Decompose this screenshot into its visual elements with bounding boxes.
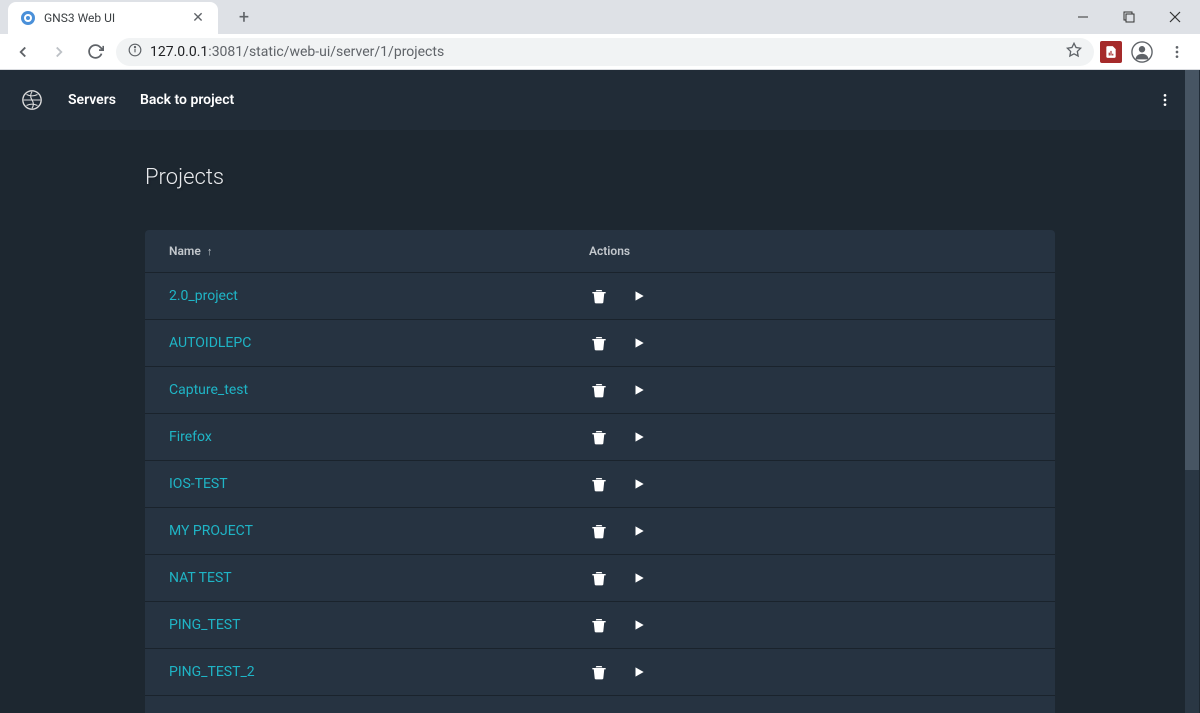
delete-button[interactable] — [589, 427, 609, 447]
table-row: NAT TEST — [145, 554, 1055, 601]
browser-menu-icon[interactable] — [1162, 37, 1192, 67]
open-button[interactable] — [629, 709, 649, 713]
projects-table: Name ↑ Actions 2.0_project AUTOIDLEPC Capt… — [145, 230, 1055, 713]
row-actions — [589, 474, 649, 494]
app-viewport: Servers Back to project Projects Name ↑ … — [0, 70, 1200, 713]
column-header-name[interactable]: Name ↑ — [169, 244, 589, 258]
row-actions — [589, 709, 649, 713]
reload-button[interactable] — [80, 37, 110, 67]
profile-icon[interactable] — [1128, 38, 1156, 66]
maximize-button[interactable] — [1106, 1, 1152, 33]
table-row: Capture_test — [145, 366, 1055, 413]
delete-button[interactable] — [589, 568, 609, 588]
table-row: 2.0_project — [145, 272, 1055, 319]
project-link[interactable]: 2.0_project — [169, 288, 589, 304]
delete-button[interactable] — [589, 709, 609, 713]
table-row: PING_TEST — [145, 601, 1055, 648]
row-actions — [589, 568, 649, 588]
open-button[interactable] — [629, 521, 649, 541]
project-link[interactable]: PING_TEST — [169, 617, 589, 633]
scrollbar-thumb[interactable] — [1185, 70, 1199, 470]
bookmark-star-icon[interactable] — [1066, 42, 1082, 62]
gns3-logo-icon[interactable] — [20, 88, 44, 112]
project-link[interactable]: AUTOIDLEPC — [169, 335, 589, 351]
browser-tab[interactable]: GNS3 Web UI ✕ — [8, 2, 218, 34]
delete-button[interactable] — [589, 380, 609, 400]
nav-servers[interactable]: Servers — [68, 92, 116, 108]
table-row: REMOTE_CAPTURE_TEST — [145, 695, 1055, 713]
minimize-button[interactable] — [1060, 1, 1106, 33]
project-link[interactable]: IOS-TEST — [169, 476, 589, 492]
project-link[interactable]: PING_TEST_2 — [169, 664, 589, 680]
gns3-favicon — [20, 10, 36, 26]
open-button[interactable] — [629, 615, 649, 635]
project-link[interactable]: NAT TEST — [169, 570, 589, 586]
delete-button[interactable] — [589, 615, 609, 635]
app-header: Servers Back to project — [0, 70, 1200, 130]
open-button[interactable] — [629, 662, 649, 682]
delete-button[interactable] — [589, 662, 609, 682]
table-row: AUTOIDLEPC — [145, 319, 1055, 366]
column-header-actions: Actions — [589, 244, 1031, 258]
scrollbar[interactable] — [1185, 70, 1199, 713]
delete-button[interactable] — [589, 333, 609, 353]
project-link[interactable]: Capture_test — [169, 382, 589, 398]
info-icon[interactable] — [128, 43, 142, 61]
table-row: Firefox — [145, 413, 1055, 460]
table-row: MY PROJECT — [145, 507, 1055, 554]
row-actions — [589, 380, 649, 400]
page-title: Projects — [145, 165, 1055, 190]
project-link[interactable]: Firefox — [169, 429, 589, 445]
close-window-button[interactable] — [1152, 1, 1198, 33]
delete-button[interactable] — [589, 521, 609, 541]
forward-button[interactable] — [44, 37, 74, 67]
tab-bar: GNS3 Web UI ✕ + — [0, 0, 1200, 34]
tab-title: GNS3 Web UI — [44, 11, 182, 25]
address-bar: 127.0.0.1:3081/static/web-ui/server/1/pr… — [0, 34, 1200, 70]
browser-chrome: GNS3 Web UI ✕ + — [0, 0, 1200, 70]
new-tab-button[interactable]: + — [230, 3, 258, 31]
table-row: IOS-TEST — [145, 460, 1055, 507]
row-actions — [589, 521, 649, 541]
row-actions — [589, 427, 649, 447]
open-button[interactable] — [629, 333, 649, 353]
table-header: Name ↑ Actions — [145, 230, 1055, 272]
url-bar[interactable]: 127.0.0.1:3081/static/web-ui/server/1/pr… — [116, 38, 1094, 66]
open-button[interactable] — [629, 286, 649, 306]
row-actions — [589, 286, 649, 306]
open-button[interactable] — [629, 380, 649, 400]
app-content: Projects Name ↑ Actions 2.0_project AUTOI… — [0, 130, 1200, 713]
table-row: PING_TEST_2 — [145, 648, 1055, 695]
app-menu-icon[interactable] — [1150, 85, 1180, 115]
pdf-extension-icon[interactable] — [1100, 41, 1122, 63]
open-button[interactable] — [629, 474, 649, 494]
sort-ascending-icon: ↑ — [207, 245, 213, 258]
open-button[interactable] — [629, 427, 649, 447]
delete-button[interactable] — [589, 286, 609, 306]
window-controls — [1060, 1, 1198, 33]
open-button[interactable] — [629, 568, 649, 588]
project-link[interactable]: MY PROJECT — [169, 523, 589, 539]
row-actions — [589, 333, 649, 353]
url-text: 127.0.0.1:3081/static/web-ui/server/1/pr… — [150, 44, 444, 60]
close-icon[interactable]: ✕ — [190, 10, 206, 26]
row-actions — [589, 615, 649, 635]
delete-button[interactable] — [589, 474, 609, 494]
back-button[interactable] — [8, 37, 38, 67]
row-actions — [589, 662, 649, 682]
nav-back-to-project[interactable]: Back to project — [140, 92, 234, 108]
